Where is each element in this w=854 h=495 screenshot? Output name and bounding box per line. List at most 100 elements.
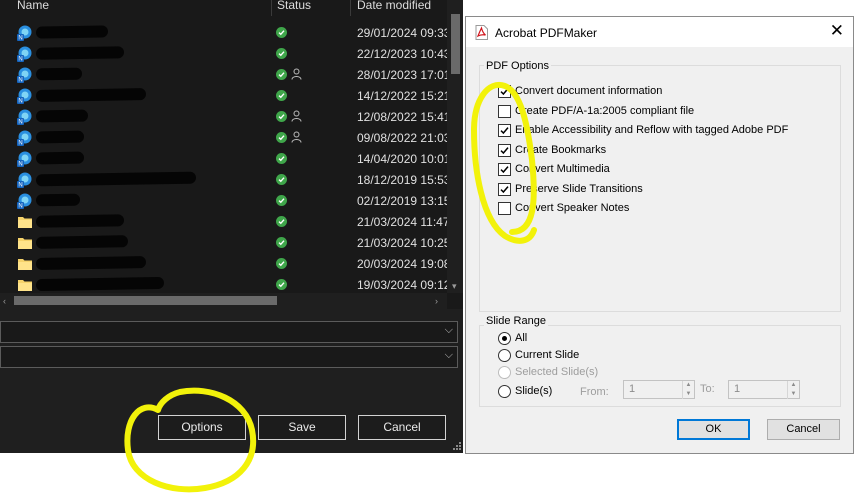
radio-button: [498, 366, 511, 379]
file-row[interactable]: N 22/12/2023 10:43: [0, 43, 450, 64]
scroll-down-arrow[interactable]: ▾: [452, 281, 457, 291]
scroll-left-arrow[interactable]: ‹: [3, 296, 6, 306]
spin-up-icon[interactable]: ▲: [682, 381, 694, 390]
to-value[interactable]: 1: [734, 383, 740, 395]
from-value[interactable]: 1: [629, 383, 635, 395]
redacted-file-name: [35, 256, 147, 270]
svg-text:N: N: [18, 36, 22, 42]
spin-up-icon[interactable]: ▲: [787, 381, 799, 390]
cancel-button[interactable]: Cancel: [767, 419, 840, 440]
spin-down-icon[interactable]: ▼: [787, 390, 799, 399]
checkbox[interactable]: [498, 182, 511, 196]
date-modified: 12/08/2022 15:41: [357, 110, 451, 124]
date-modified: 09/08/2022 21:03: [357, 131, 451, 145]
to-label: To:: [700, 383, 715, 395]
synced-check-icon: [276, 174, 287, 185]
from-label: From:: [580, 386, 609, 398]
resize-grip-icon[interactable]: [452, 441, 461, 450]
checkbox[interactable]: [498, 104, 511, 118]
redacted-file-name: [35, 235, 129, 249]
notebook-icon: N: [17, 46, 32, 63]
svg-text:N: N: [18, 141, 22, 147]
save-as-type-combo[interactable]: ⌵: [0, 346, 458, 368]
column-divider[interactable]: [350, 0, 351, 16]
save-dialog: Name Status Date modified N 29/01/2024 09…: [0, 0, 463, 453]
folder-icon: [18, 238, 32, 249]
notebook-icon: N: [17, 88, 32, 104]
checkbox-label: Preserve Slide Transitions: [515, 182, 643, 195]
radio-label: All: [515, 332, 528, 344]
notebook-icon: N: [17, 130, 32, 147]
save-button[interactable]: Save: [258, 415, 346, 440]
checkbox[interactable]: [498, 143, 511, 157]
shared-person-icon: [291, 110, 302, 122]
from-spinner[interactable]: 1 ▲ ▼: [623, 380, 695, 399]
redacted-file-name: [35, 214, 125, 228]
scroll-right-arrow[interactable]: ›: [435, 296, 438, 306]
checkbox[interactable]: [498, 163, 511, 176]
svg-text:N: N: [18, 162, 22, 168]
file-row[interactable]: N 18/12/2019 15:53: [0, 169, 450, 190]
checkbox[interactable]: [498, 202, 511, 215]
notebook-icon: N: [17, 67, 32, 84]
checkbox-label: Create Bookmarks: [515, 143, 607, 156]
chevron-down-icon[interactable]: ⌵: [445, 324, 453, 337]
svg-text:N: N: [18, 57, 22, 63]
svg-text:N: N: [18, 204, 22, 210]
file-name-combo[interactable]: ⌵: [0, 321, 458, 343]
checkbox-label: Convert Speaker Notes: [515, 202, 630, 214]
slide-range-label: Slide Range: [484, 315, 548, 327]
synced-check-icon: [276, 111, 287, 122]
redacted-file-name: [35, 276, 165, 292]
horizontal-scrollbar[interactable]: ‹ ›: [0, 293, 447, 309]
date-modified: 02/12/2019 13:15: [357, 194, 451, 208]
radio-button[interactable]: [498, 349, 511, 362]
radio-button[interactable]: [498, 385, 511, 398]
svg-text:N: N: [18, 78, 22, 84]
checkbox-label: Convert Multimedia: [515, 163, 610, 175]
redacted-file-name: [35, 171, 197, 187]
notebook-icon: N: [17, 109, 32, 125]
file-row[interactable]: N 28/01/2023 17:01: [0, 64, 450, 85]
scroll-thumb[interactable]: [14, 296, 277, 305]
synced-check-icon: [276, 27, 287, 38]
close-icon[interactable]: ✕: [830, 22, 844, 40]
date-modified: 20/03/2024 19:08: [357, 257, 451, 271]
file-row[interactable]: N 14/12/2022 15:21: [0, 85, 450, 106]
column-divider[interactable]: [271, 0, 272, 16]
folder-icon: [18, 280, 32, 291]
synced-check-icon: [276, 132, 287, 143]
synced-check-icon: [276, 279, 287, 290]
title-bar[interactable]: Acrobat PDFMaker ✕: [466, 17, 853, 47]
file-row[interactable]: N 29/01/2024 09:33: [0, 22, 450, 43]
redacted-file-name: [35, 88, 147, 102]
file-row[interactable]: 21/03/2024 11:47: [0, 211, 450, 232]
column-header-status[interactable]: Status: [277, 0, 311, 13]
chevron-down-icon[interactable]: ⌵: [445, 349, 453, 362]
synced-check-icon: [276, 90, 287, 101]
file-row[interactable]: N 02/12/2019 13:15: [0, 190, 450, 211]
folder-icon: [18, 217, 32, 228]
date-modified: 29/01/2024 09:33: [357, 26, 451, 40]
radio-button[interactable]: [498, 332, 511, 345]
file-row[interactable]: N 09/08/2022 21:03: [0, 127, 450, 148]
cancel-button[interactable]: Cancel: [358, 415, 446, 440]
acrobat-pdf-icon: [475, 25, 488, 40]
checkbox[interactable]: [498, 124, 511, 137]
spin-down-icon[interactable]: ▼: [682, 390, 694, 399]
file-row[interactable]: N 12/08/2022 15:41: [0, 106, 450, 127]
file-row[interactable]: N 14/04/2020 10:01: [0, 148, 450, 169]
column-header-date-modified[interactable]: Date modified: [357, 0, 431, 13]
to-spinner[interactable]: 1 ▲ ▼: [728, 380, 800, 399]
file-row[interactable]: 20/03/2024 19:08: [0, 253, 450, 274]
synced-check-icon: [276, 258, 287, 269]
synced-check-icon: [276, 237, 287, 248]
checkbox[interactable]: [498, 85, 511, 98]
column-header-name[interactable]: Name: [17, 0, 49, 13]
vertical-scrollbar[interactable]: ▾: [447, 0, 463, 293]
ok-button[interactable]: OK: [677, 419, 750, 440]
file-row[interactable]: 21/03/2024 10:25: [0, 232, 450, 253]
options-button[interactable]: Options: [158, 415, 246, 440]
file-row[interactable]: 19/03/2024 09:12: [0, 274, 450, 295]
scroll-thumb[interactable]: [451, 14, 460, 74]
